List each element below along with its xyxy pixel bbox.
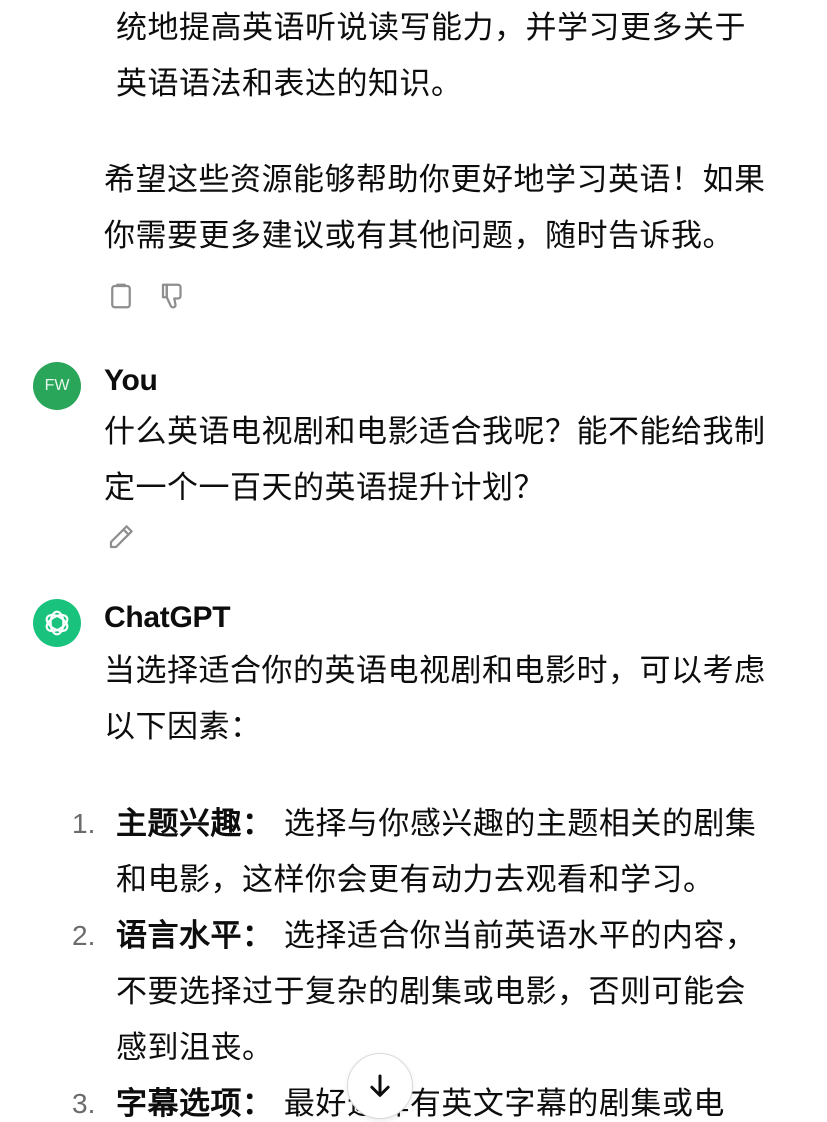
message-line: 当选择适合你的英语电视剧和电影时，可以考虑 bbox=[104, 653, 766, 689]
message-line: 主题兴趣： 选择与你感兴趣的主题相关的剧集 bbox=[116, 796, 756, 852]
list-item-text: 选择适合你当前英语水平的内容， bbox=[273, 918, 757, 954]
edit-icon[interactable] bbox=[106, 522, 136, 552]
list-item-body: 语言水平： 选择适合你当前英语水平的内容， 不要选择过于复杂的剧集或电影，否则可… bbox=[116, 908, 756, 1076]
list-number: 3. bbox=[72, 1088, 96, 1119]
arrow-down-icon bbox=[365, 1071, 395, 1101]
message-line: 感到沮丧。 bbox=[116, 1030, 274, 1066]
message-line: 语言水平： 选择适合你当前英语水平的内容， bbox=[116, 908, 756, 964]
message-line: 定一个一百天的英语提升计划？ bbox=[104, 470, 545, 506]
assistant-action-row bbox=[106, 281, 188, 311]
assistant-intro: 当选择适合你的英语电视剧和电影时，可以考虑 以下因素： bbox=[104, 643, 766, 755]
copy-icon[interactable] bbox=[106, 281, 136, 311]
user-sender-name: You bbox=[104, 364, 158, 397]
message-line: 和电影，这样你会更有动力去观看和学习。 bbox=[116, 862, 715, 898]
message-line: 统地提高英语听说读写能力，并学习更多关于 bbox=[116, 10, 746, 46]
chat-page: 统地提高英语听说读写能力，并学习更多关于 英语语法和表达的知识。 希望这些资源能… bbox=[0, 0, 827, 1122]
list-item-text: 最好选择有英文字幕的剧集或电 bbox=[273, 1086, 725, 1122]
list-item-title: 字幕选项： bbox=[116, 1086, 274, 1122]
list-item-text: 选择与你感兴趣的主题相关的剧集 bbox=[273, 806, 757, 842]
scroll-to-bottom-button[interactable] bbox=[347, 1053, 413, 1119]
message-line: 不要选择过于复杂的剧集或电影，否则可能会 bbox=[116, 974, 746, 1010]
user-avatar: FW bbox=[33, 362, 81, 410]
openai-logo-icon bbox=[45, 610, 69, 636]
previous-message-closing: 希望这些资源能够帮助你更好地学习英语！如果 你需要更多建议或有其他问题，随时告诉… bbox=[104, 152, 766, 264]
assistant-sender-name: ChatGPT bbox=[104, 601, 231, 634]
user-message: 什么英语电视剧和电影适合我呢？能不能给我制 定一个一百天的英语提升计划？ bbox=[104, 404, 766, 516]
message-line: 什么英语电视剧和电影适合我呢？能不能给我制 bbox=[104, 414, 766, 450]
list-item-title: 主题兴趣： bbox=[116, 806, 274, 842]
message-line: 希望这些资源能够帮助你更好地学习英语！如果 bbox=[104, 162, 766, 198]
message-line: 英语语法和表达的知识。 bbox=[116, 66, 463, 102]
list-number: 1. bbox=[72, 808, 96, 839]
list-item-body: 字幕选项： 最好选择有英文字幕的剧集或电 bbox=[116, 1076, 725, 1122]
thumbs-down-icon[interactable] bbox=[158, 281, 188, 311]
chatgpt-avatar bbox=[33, 599, 81, 647]
avatar-initials: FW bbox=[44, 377, 70, 394]
list-item-body: 主题兴趣： 选择与你感兴趣的主题相关的剧集 和电影，这样你会更有动力去观看和学习… bbox=[116, 796, 756, 908]
message-line: 你需要更多建议或有其他问题，随时告诉我。 bbox=[104, 218, 734, 254]
user-action-row bbox=[106, 522, 136, 552]
message-line: 以下因素： bbox=[104, 709, 262, 745]
message-line: 字幕选项： 最好选择有英文字幕的剧集或电 bbox=[116, 1076, 725, 1122]
list-number: 2. bbox=[72, 920, 96, 951]
previous-message-block: 统地提高英语听说读写能力，并学习更多关于 英语语法和表达的知识。 bbox=[116, 0, 746, 112]
list-item-title: 语言水平： bbox=[116, 918, 274, 954]
